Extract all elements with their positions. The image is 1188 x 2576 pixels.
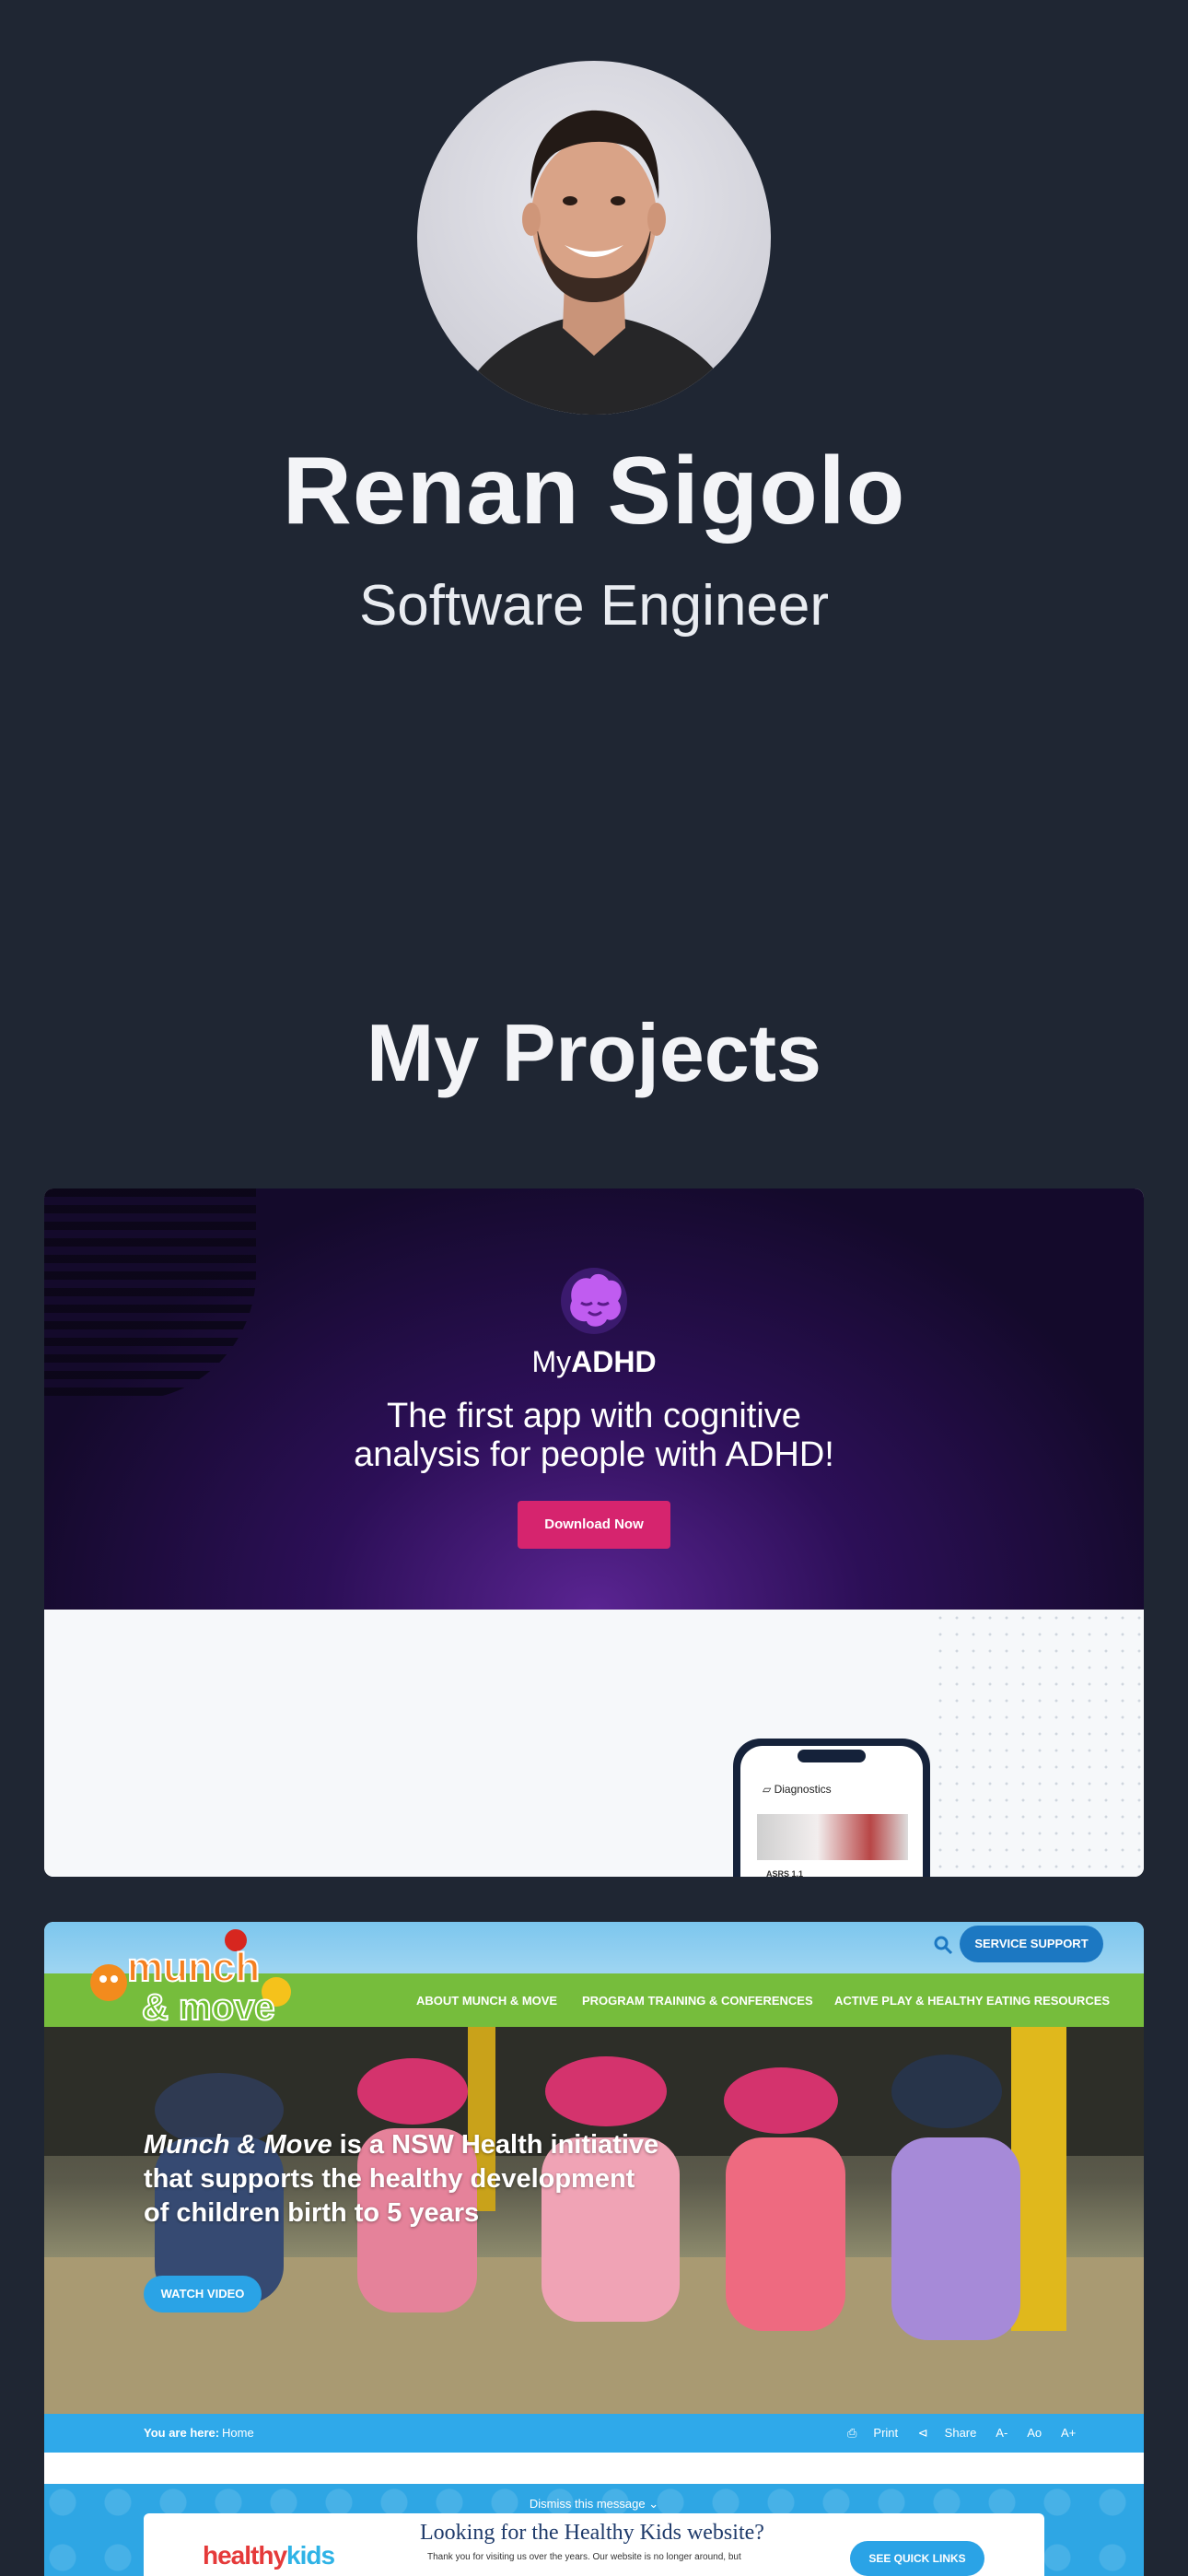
healthy-kids-logo: healthykids <box>203 2541 335 2570</box>
phone-mockup: ▱ Diagnostics ASRS 1.1 <box>733 1739 930 1877</box>
myadhd-hero: MyADHD The first app with cognitive anal… <box>44 1188 1144 1610</box>
healthy-kids-title: Looking for the Healthy Kids website? <box>420 2521 764 2545</box>
print-link[interactable]: Print <box>873 2426 898 2440</box>
munch-move-logo[interactable]: munch & move <box>81 1927 302 2029</box>
font-decrease[interactable]: A- <box>996 2426 1007 2440</box>
breadcrumb-bar: You are here: Home ⎙ Print ⊲ Share A- Ao A… <box>44 2414 1144 2453</box>
breadcrumb-home-link[interactable]: Home <box>222 2426 254 2440</box>
nav-active-play[interactable]: ACTIVE PLAY & HEALTHY EATING RESOURCES <box>834 1994 1110 2008</box>
flask-icon: ▱ <box>763 1783 772 1796</box>
share-link[interactable]: Share <box>945 2426 977 2440</box>
healthy-kids-subtitle: Thank you for visiting us over the years… <box>427 2552 741 2562</box>
phone-screen-item: ASRS 1.1 <box>766 1869 804 1877</box>
logo-word-1: munch <box>127 1945 260 1990</box>
dismiss-text: Dismiss this message <box>529 2497 646 2511</box>
watch-video-button[interactable]: WATCH VIDEO <box>144 2276 262 2313</box>
page-tools: ⎙ Print ⊲ Share A- Ao A+ <box>847 2426 1092 2441</box>
dot-pattern <box>932 1610 1144 1877</box>
munch-move-header: munch & move SERVICE SUPPORT ABOUT MUNCH… <box>44 1922 1144 2029</box>
chevron-down-icon: ⌄ <box>648 2497 659 2511</box>
myadhd-preview: ▱ Diagnostics ASRS 1.1 <box>44 1610 1144 1877</box>
brain-icon <box>561 1268 627 1334</box>
hk-logo-a: healthy <box>203 2541 287 2570</box>
hero-headline: Munch & Move is a NSW Health initiative … <box>144 2128 659 2231</box>
search-icon[interactable] <box>932 1934 954 1956</box>
phone-screen: ▱ Diagnostics ASRS 1.1 <box>740 1746 923 1877</box>
myadhd-tagline: The first app with cognitive analysis fo… <box>354 1397 834 1474</box>
brand-suffix: ADHD <box>571 1345 657 1378</box>
profile-name: Renan Sigolo <box>282 438 906 544</box>
service-support-button[interactable]: SERVICE SUPPORT <box>960 1926 1103 1962</box>
profile-avatar <box>417 61 771 415</box>
download-now-button[interactable]: Download Now <box>518 1501 670 1549</box>
munch-move-hero: Munch & Move is a NSW Health initiative … <box>44 2027 1144 2414</box>
print-icon: ⎙ <box>847 2426 857 2440</box>
brand-prefix: My <box>531 1345 572 1378</box>
see-quick-links-button[interactable]: SEE QUICK LINKS <box>850 2541 984 2576</box>
healthy-kids-banner: Dismiss this message ⌄ healthykids Looki… <box>44 2484 1144 2576</box>
portfolio-page: Renan Sigolo Software Engineer My Projec… <box>0 0 1188 2576</box>
phone-notch <box>798 1750 866 1762</box>
projects-heading: My Projects <box>367 1007 821 1098</box>
profile-photo <box>454 110 740 415</box>
logo-word-2: & move <box>142 1987 275 2028</box>
nav-program-training[interactable]: PROGRAM TRAINING & CONFERENCES <box>582 1994 813 2008</box>
profile-role: Software Engineer <box>358 574 830 638</box>
phone-screen-title: ▱ Diagnostics <box>763 1783 832 1796</box>
phone-screen-title-text: Diagnostics <box>774 1783 832 1796</box>
project-card-munch-move[interactable]: munch & move SERVICE SUPPORT ABOUT MUNCH… <box>44 1922 1144 2576</box>
phone-screen-image <box>757 1814 908 1860</box>
headline-emphasis: Munch & Move <box>144 2130 332 2160</box>
breadcrumb-label: You are here: <box>144 2426 220 2440</box>
dismiss-message-link[interactable]: Dismiss this message ⌄ <box>44 2497 1144 2512</box>
font-reset[interactable]: Ao <box>1027 2426 1042 2440</box>
hk-logo-b: kids <box>286 2541 335 2570</box>
myadhd-brand: MyADHD <box>44 1345 1144 1379</box>
share-icon: ⊲ <box>917 2426 928 2440</box>
font-increase[interactable]: A+ <box>1061 2426 1076 2440</box>
project-card-myadhd[interactable]: MyADHD The first app with cognitive anal… <box>44 1188 1144 1877</box>
healthy-kids-panel: healthykids Looking for the Healthy Kids… <box>144 2513 1044 2576</box>
nav-about[interactable]: ABOUT MUNCH & MOVE <box>416 1994 557 2008</box>
